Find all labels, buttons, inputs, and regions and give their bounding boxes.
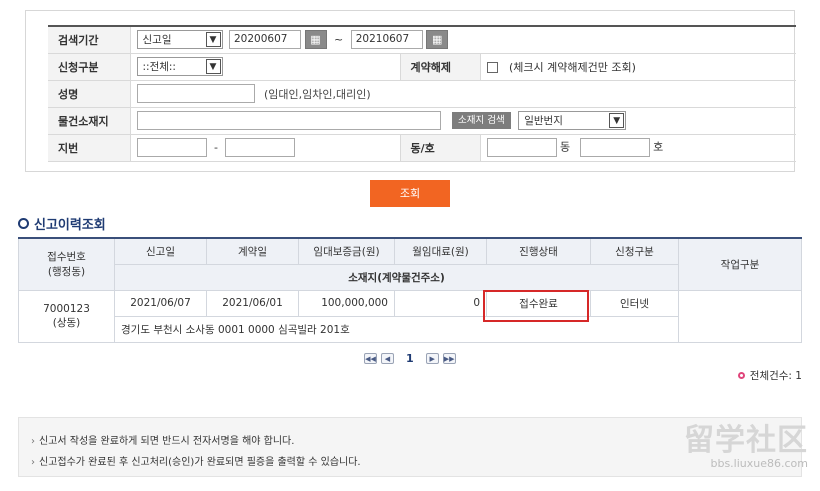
lot-main-input[interactable] [136,138,207,157]
period-cell: 신고일 ▼ 20200607 ▦ ~ 20210607 ▦ [130,26,796,54]
address-cell: 소재지 검색 일반번지 ▼ [130,107,796,135]
chevron-down-icon: ▼ [205,32,221,48]
cell-contract-date: 2021/06/01 [206,289,299,317]
watermark-logo: 留学社区 [684,423,808,458]
lot-sub-input[interactable] [225,138,296,157]
date-to-input[interactable]: 20210607 [350,30,423,50]
lot-label: 지번 [48,134,131,162]
cell-receipt-no: 7000123 (상동) [18,289,115,343]
col-apply-type: 신청구분 [590,237,679,265]
name-cell: (임대인,임차인,대리인) [130,80,796,108]
apply-type-cell: ::전체:: ▼ [130,53,400,81]
period-type-select[interactable]: 신고일 ▼ [136,30,223,50]
table-row[interactable]: 7000123 (상동) 2021/06/07 2021/06/01 100,0… [18,289,802,343]
col-deposit: 임대보증금(원) [298,237,395,265]
name-input[interactable] [136,84,255,103]
dong-input[interactable] [486,138,557,157]
bullet-icon: › [31,457,35,468]
address-search-button[interactable]: 소재지 검색 [452,112,511,129]
search-form-table: 검색기간 신고일 ▼ 20200607 ▦ ~ 20210607 ▦ 신청구분 … [48,25,796,162]
cell-deposit: 100,000,000 [298,289,395,317]
apply-type-select[interactable]: ::전체:: ▼ [136,57,223,76]
col-receipt-no: 접수번호 (행정동) [18,237,115,291]
status-highlight-box [483,290,589,322]
next-page-icon[interactable]: ▶ [425,353,439,364]
first-page-icon[interactable]: ◀◀ [364,353,377,364]
watermark: 留学社区 bbs.liuxue86.com [684,423,808,471]
col-status: 진행상태 [486,237,591,265]
cell-monthly-rent: 0 [394,289,487,317]
last-page-icon[interactable]: ▶▶ [442,353,456,364]
chevron-down-icon: ▼ [205,59,221,74]
lot-cell: - [130,134,400,162]
bullet-icon: › [31,436,35,447]
notice-line: › 신고서 작성을 완료하게 되면 반드시 전자서명을 해야 합니다. [31,436,295,447]
pagination: ◀◀ ◀ 1 ▶ ▶▶ [364,352,456,365]
apply-type-label: 신청구분 [48,53,131,81]
ho-input[interactable] [579,138,650,157]
calendar-icon[interactable]: ▦ [304,30,327,50]
address-type-select[interactable]: 일반번지 ▼ [518,111,627,130]
address-input[interactable] [136,111,441,130]
period-label: 검색기간 [48,26,131,54]
col-monthly-rent: 월임대료(원) [394,237,487,265]
cancel-hint: (체크시 계약해제건만 조회) [509,60,636,74]
history-table: 접수번호 (행정동) 신고일 계약일 임대보증금(원) 월임대료(원) 진행상태… [18,237,802,343]
cell-work-type [678,289,802,343]
current-page[interactable]: 1 [406,352,414,365]
col-report-date: 신고일 [114,237,207,265]
search-panel: 검색기간 신고일 ▼ 20200607 ▦ ~ 20210607 ▦ 신청구분 … [25,10,796,172]
watermark-url: bbs.liuxue86.com [710,457,808,470]
dong-ho-label: 동/호 [399,134,481,162]
date-from-input[interactable]: 20200607 [229,30,301,50]
col-contract-date: 계약일 [206,237,299,265]
name-label: 성명 [48,80,131,108]
cell-report-date: 2021/06/07 [114,289,207,317]
notice-line: › 신고접수가 완료된 후 신고처리(승인)가 완료되면 필증을 출력할 수 있습… [31,457,361,468]
section-title: 신고이력조회 [18,214,106,233]
col-location: 소재지(계약물건주소) [114,263,679,291]
col-work-type: 작업구분 [678,237,802,291]
cancel-cell: (체크시 계약해제건만 조회) [480,53,796,81]
search-button[interactable]: 조회 [370,180,450,207]
pink-dot-icon [737,372,745,379]
circle-bullet-icon [18,218,29,229]
cell-address: 경기도 부천시 소사동 0001 0000 심곡빌라 201호 [114,315,679,343]
dong-ho-cell: 동 호 [480,134,796,162]
table-header-row: 접수번호 (행정동) 신고일 계약일 임대보증금(원) 월임대료(원) 진행상태… [18,237,802,291]
chevron-down-icon: ▼ [609,113,625,128]
name-hint: (임대인,임차인,대리인) [264,87,371,101]
cell-apply-type: 인터넷 [590,289,679,317]
total-count: 전체건수: 1 [737,368,802,383]
prev-page-icon[interactable]: ◀ [381,353,394,364]
address-label: 물건소재지 [48,107,131,135]
cancel-checkbox[interactable] [486,62,498,73]
cancel-label: 계약해제 [399,53,481,81]
calendar-icon[interactable]: ▦ [426,30,449,50]
